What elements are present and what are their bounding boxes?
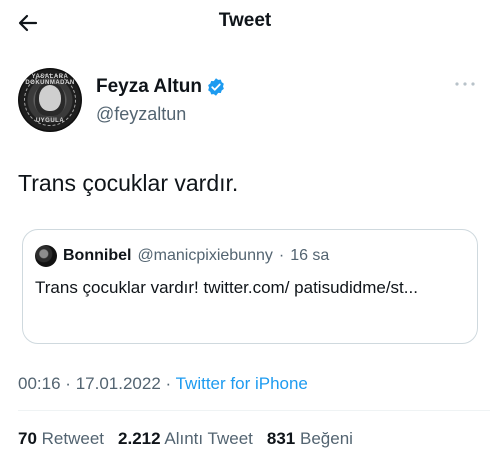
name-line: Feyza Altun (96, 76, 226, 98)
likes-stat[interactable]: 831 Beğeni (267, 429, 353, 449)
quoted-avatar (35, 245, 57, 267)
tweet-source-link[interactable]: Twitter for iPhone (176, 374, 308, 393)
more-options-button[interactable] (452, 76, 478, 92)
tweet-page: Tweet YASALARA DOKUNMADAN UYGULA Feyza A… (0, 0, 490, 460)
avatar-text-bottom: UYGULA (35, 118, 65, 124)
quoted-display-name: Bonnibel (63, 247, 132, 264)
retweets-stat[interactable]: 70 Retweet (18, 429, 104, 449)
tweet-stats: 70 Retweet 2.212 Alıntı Tweet 831 Beğeni (18, 429, 353, 449)
verified-badge-icon (208, 78, 224, 96)
retweets-count: 70 (18, 429, 37, 448)
more-horizontal-icon (455, 82, 475, 86)
meta-separator: · (65, 374, 71, 393)
tweet-text: Trans çocuklar vardır. (18, 170, 239, 196)
quote-tweets-count: 2.212 (118, 429, 161, 448)
quoted-handle: @manicpixiebunny (137, 247, 273, 264)
header-bar: Tweet (0, 0, 490, 48)
quoted-separator: · (278, 247, 285, 264)
tweet-date: 17.01.2022 (75, 374, 161, 393)
meta-separator-2: · (165, 374, 172, 393)
retweets-label: Retweet (41, 429, 105, 448)
page-title: Tweet (218, 10, 272, 31)
quote-tweets-stat[interactable]: 2.212 Alıntı Tweet (118, 429, 253, 449)
quoted-tweet-text: Trans çocuklar vardır! twitter.com/ pati… (35, 278, 418, 297)
avatar-text-top: YASALARA DOKUNMADAN (25, 74, 75, 86)
tweet-time: 00:16 (18, 374, 61, 393)
author-handle[interactable]: @feyzaltun (96, 104, 186, 125)
quoted-tweet[interactable]: Bonnibel @manicpixiebunny · 16 sa Trans … (22, 229, 478, 344)
tweet-author: YASALARA DOKUNMADAN UYGULA Feyza Altun @… (18, 68, 478, 132)
display-name[interactable]: Feyza Altun (96, 76, 202, 98)
avatar[interactable]: YASALARA DOKUNMADAN UYGULA (18, 68, 82, 132)
quote-tweets-label: Alıntı Tweet (164, 429, 253, 448)
likes-count: 831 (266, 429, 296, 448)
tweet-meta: 00:16 · 17.01.2022 · Twitter for iPhone (18, 374, 308, 394)
divider (18, 410, 490, 411)
quoted-tweet-header: Bonnibel @manicpixiebunny · 16 sa (35, 245, 329, 267)
quoted-timestamp: 16 sa (290, 247, 330, 264)
likes-label: Beğeni (300, 429, 353, 448)
